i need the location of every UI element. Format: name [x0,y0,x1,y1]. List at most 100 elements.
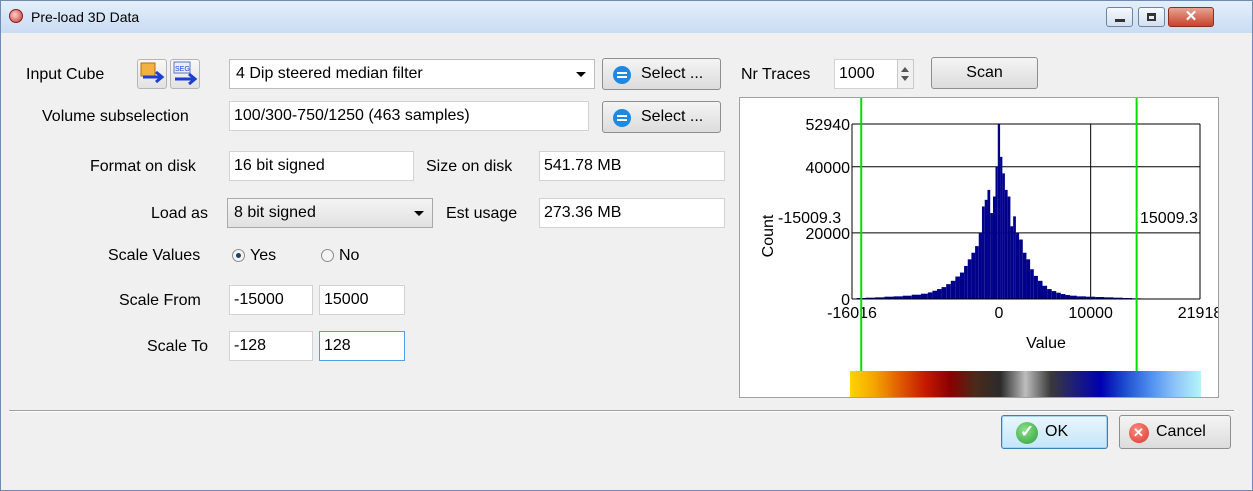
input-cube-combo[interactable]: 4 Dip steered median filter [229,59,595,89]
est-usage-label: Est usage [446,205,518,222]
volume-select-button[interactable]: Select ... [602,101,721,133]
ok-label: OK [1045,423,1069,440]
histogram-bar [1004,189,1008,299]
y-tick-label: 40000 [806,160,851,177]
histogram-bar [978,232,982,299]
histogram-bar [1022,252,1027,299]
histogram-bar [964,265,968,299]
histogram-bar [1007,196,1011,299]
histogram-bar [971,252,976,299]
histogram-bar [959,272,965,299]
volume-subselection-field[interactable]: 100/300-750/1250 (463 samples) [229,101,589,131]
cancel-label: Cancel [1156,423,1206,440]
histogram-bar [932,290,938,299]
histogram-bar [992,196,996,299]
scale-no-radio[interactable] [321,249,334,262]
cancel-button[interactable]: Cancel [1119,415,1231,449]
close-icon: ✕ [1184,8,1198,25]
load-cube-button[interactable] [137,59,167,89]
chevron-down-icon [576,72,586,77]
clip-right-label: 15009.3 [1140,210,1198,227]
nr-traces-input[interactable]: 1000 [834,59,897,89]
x-tick-label: -16016 [827,305,877,322]
scale-values-label: Scale Values [108,247,201,264]
histogram-bar [1037,280,1043,299]
scale-yes-label[interactable]: Yes [250,246,276,266]
histogram-bar [995,166,998,299]
scale-to-label: Scale To [147,338,209,355]
load-as-label: Load as [151,205,208,222]
window-title: Pre-load 3D Data [31,9,140,25]
scan-button[interactable]: Scan [931,57,1038,89]
title-bar[interactable]: Pre-load 3D Data ✕ [1,1,1252,33]
histogram-bar [1026,259,1031,299]
histogram-bar [1051,291,1057,299]
dialog-body: Input Cube SEG 4 Dip steered median filt… [9,33,1234,482]
histogram-chart[interactable]: 0200004000052940-16016 0 10000 21918 Value … [740,98,1222,397]
histogram-bar [981,206,985,299]
histogram-bar [937,289,942,299]
input-cube-select-button[interactable]: Select ... [602,58,721,90]
seg-y-import-button[interactable]: SEG [170,59,200,89]
histogram-bar [1042,285,1048,299]
histogram-panel: 0 20000 40000 52940 -16016 0 10000 21918 Value … [739,97,1222,398]
histogram-bar [927,292,933,299]
histogram-bar [990,213,993,299]
check-icon [1016,421,1038,444]
nr-traces-label: Nr Traces [741,66,811,83]
histogram-bar [1002,173,1005,299]
histogram-bar [946,284,951,299]
scale-to-min-input[interactable]: -128 [229,331,313,361]
spin-down-icon [901,76,909,81]
est-usage-field: 273.36 MB [539,198,725,228]
scale-from-min-input[interactable]: -15000 [229,285,313,315]
x-tick-label: 0 [994,305,1003,322]
x-axis-label: Value [1026,335,1066,352]
load-cube-icon [140,62,165,84]
histogram-bar [941,287,947,299]
histogram-bar [984,199,988,299]
histogram-bar [987,189,991,299]
size-field: 541.78 MB [539,151,725,181]
histogram-bar [1010,226,1014,299]
format-label: Format on disk [90,158,196,175]
histogram-bar [1047,289,1052,299]
histogram-bar [1056,292,1061,299]
format-field: 16 bit signed [229,151,414,181]
load-as-value: 8 bit signed [234,204,316,221]
svg-text:SEG: SEG [175,66,190,73]
nr-traces-spinner[interactable] [897,59,914,89]
scale-no-label[interactable]: No [339,246,359,266]
histogram-bar [950,280,956,299]
load-as-combo[interactable]: 8 bit signed [227,198,433,228]
scale-from-label: Scale From [119,292,201,309]
list-icon [613,109,631,127]
histogram-bar [1019,239,1023,299]
histogram-bar [1015,232,1020,299]
separator-line [9,410,1234,412]
histogram-bar [975,246,979,299]
x-tick-label: 21918 [1178,305,1218,322]
maximize-button[interactable] [1138,7,1165,27]
histogram-bar [1065,295,1071,299]
histogram-bar [1030,269,1034,299]
histogram-bar [967,259,972,299]
volume-subselection-label: Volume subselection [42,108,189,125]
scale-from-max-input[interactable]: 15000 [319,285,405,315]
minimize-button[interactable] [1106,7,1133,27]
y-tick-label: 20000 [806,226,851,243]
histogram-bar [911,294,921,299]
cancel-icon [1129,423,1149,443]
input-cube-value: 4 Dip steered median filter [236,65,423,82]
histogram-bar [1000,156,1003,299]
scale-yes-radio[interactable] [232,249,245,262]
close-button[interactable]: ✕ [1168,7,1214,27]
histogram-bar [955,276,960,299]
ok-button[interactable]: OK [1001,415,1108,449]
minimize-icon [1115,19,1125,22]
pre-load-dialog: Pre-load 3D Data ✕ Input Cube SEG 4 Dip … [0,0,1253,491]
scale-to-max-input[interactable]: 128 [319,331,405,361]
histogram-bar [1013,216,1016,299]
color-bar [850,371,1201,397]
clip-left-label: -15009.3 [778,210,841,227]
